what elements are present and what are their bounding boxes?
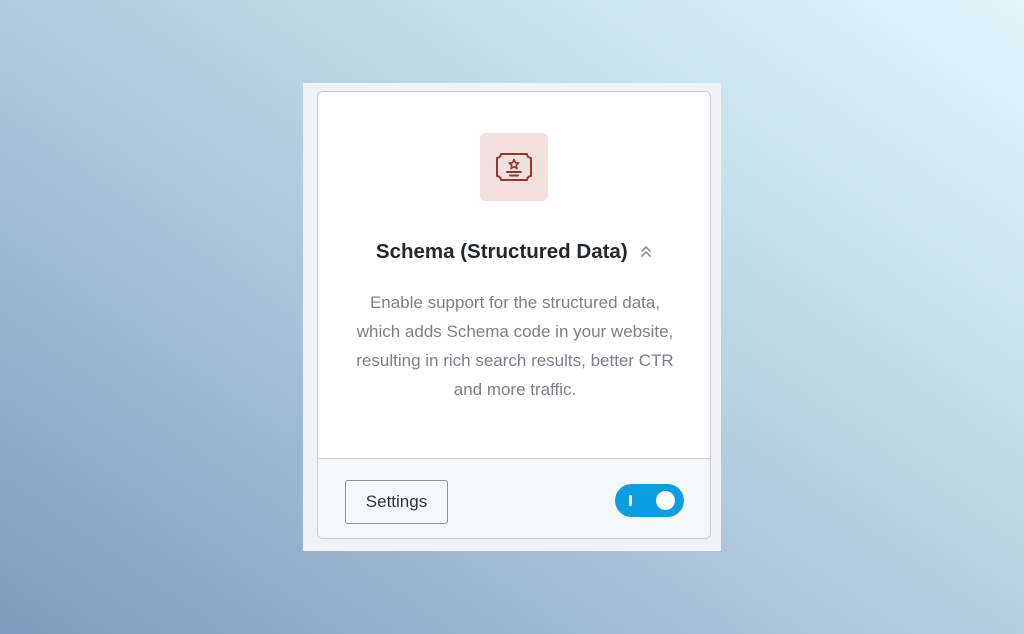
module-title-row: Schema (Structured Data) xyxy=(318,240,710,264)
module-title: Schema (Structured Data) xyxy=(375,240,628,263)
module-icon-badge xyxy=(480,133,548,201)
settings-button[interactable]: Settings xyxy=(345,480,448,524)
toggle-knob xyxy=(656,491,675,510)
double-chevron-up-icon[interactable] xyxy=(640,244,652,260)
certificate-icon xyxy=(496,153,532,181)
module-card-footer: Settings xyxy=(318,458,710,538)
module-card: Schema (Structured Data) Enable support … xyxy=(317,91,711,539)
toggle-on-indicator xyxy=(629,495,632,506)
module-card-frame: Schema (Structured Data) Enable support … xyxy=(303,83,721,551)
module-description: Enable support for the structured data, … xyxy=(356,293,674,399)
module-card-body: Schema (Structured Data) Enable support … xyxy=(318,92,710,458)
module-enable-toggle[interactable] xyxy=(615,484,684,517)
